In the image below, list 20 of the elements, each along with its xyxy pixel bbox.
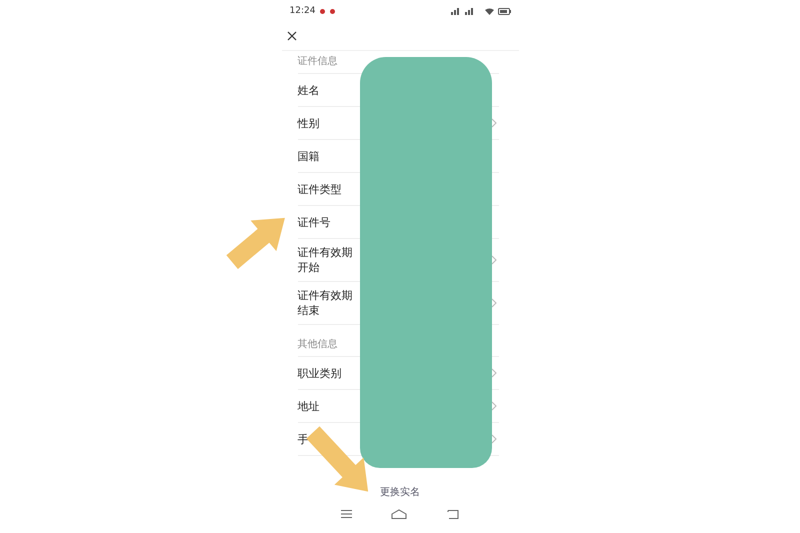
battery-icon (498, 8, 510, 14)
field-label: 姓名 (298, 82, 320, 98)
field-label: 证件类型 (298, 182, 342, 196)
field-label: 性别 (298, 116, 320, 130)
field-label: 证件有效期结束 (298, 288, 354, 318)
field-label: 职业类别 (298, 366, 342, 380)
field-label: 证件有效期开始 (298, 245, 354, 275)
section-title: 其他信息 (298, 338, 338, 351)
home-icon[interactable] (391, 509, 408, 519)
status-time: 12:24 (290, 6, 316, 16)
wifi-icon (484, 8, 494, 14)
section-title: 证件信息 (298, 54, 338, 68)
change-name-button[interactable]: 更换实名 (376, 483, 424, 501)
field-label: 证件号 (298, 214, 332, 230)
field-label: 地址 (298, 398, 320, 414)
menu-icon[interactable] (341, 510, 352, 518)
back-icon[interactable] (446, 510, 459, 518)
field-label: 手 (298, 432, 310, 446)
close-icon[interactable] (286, 31, 296, 41)
field-label: 国籍 (298, 148, 320, 164)
